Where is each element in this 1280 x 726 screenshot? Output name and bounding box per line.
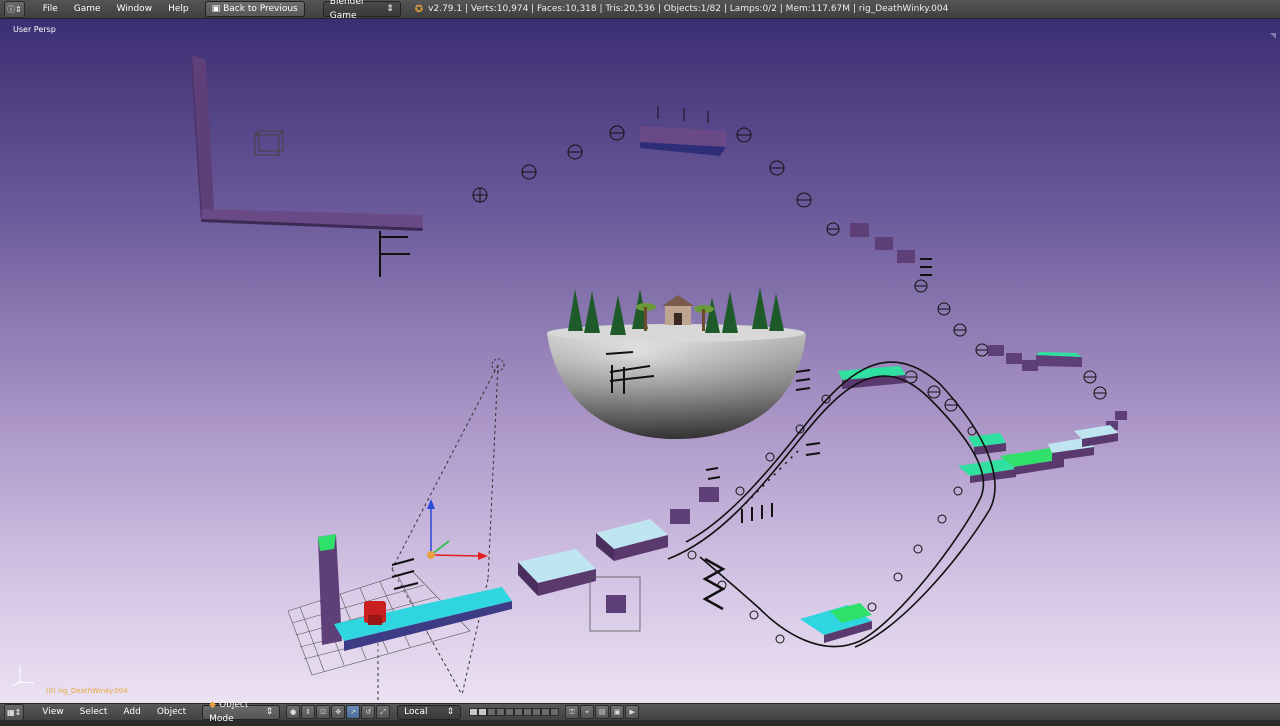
3d-view-header: ▦ ⇕ View Select Add Object ◆ Object Mode ⇕… [0,700,1280,724]
menu-object[interactable]: Object [149,704,194,721]
viewport-shading-tools: ● ⇕ ⊡ ✥ ↗ ↺ ⤢ [286,705,391,719]
layer-button[interactable] [550,708,560,716]
menu-game[interactable]: Game [66,0,109,19]
transform-orientation-label: Local [404,707,428,717]
view-menu: View Select Add Object [34,704,194,721]
editor-type-button[interactable]: ⓘ ⇕ [4,0,25,18]
3d-view-icon: ▦ [7,707,15,717]
blender-logo-icon: ✪ [414,3,424,15]
layer-button[interactable] [541,708,551,716]
floating-island[interactable] [547,287,806,439]
scene-stats-text: v2.79.1 | Verts:10,974 | Faces:10,318 | … [428,4,949,14]
chevron-up-down-icon: ⇕ [14,707,22,717]
speaker-empty[interactable] [379,231,410,277]
menu-add[interactable]: Add [115,704,148,721]
snap-element-icon[interactable]: ▤ [595,705,610,719]
menu-file[interactable]: File [35,0,66,19]
back-to-previous-button[interactable]: ▣ Back to Previous [204,1,305,17]
rotate-manipulator-icon[interactable]: ↺ [361,705,376,719]
layer-buttons [469,708,560,716]
floating-top-platform[interactable] [640,106,726,156]
chevron-up-down-icon: ⇕ [386,4,394,14]
render-engine-select[interactable]: Blender Game ⇕ [322,0,401,21]
chevron-up-down-icon: ⇕ [15,4,22,14]
editor-type-button[interactable]: ▦ ⇕ [4,703,25,721]
snap-icon[interactable]: ⌖ [580,705,595,719]
menu-view[interactable]: View [34,704,71,721]
scale-manipulator-icon[interactable]: ⤢ [376,705,391,719]
temple-building [662,295,694,325]
scene-drawing[interactable] [0,19,1280,703]
lock-layers-icon[interactable]: ⚿ [565,705,580,719]
menu-window[interactable]: Window [109,0,161,19]
l-wall-mesh[interactable] [191,55,423,231]
chevron-up-down-icon: ⇕ [446,707,455,717]
scene-stats: ✪ v2.79.1 | Verts:10,974 | Faces:10,318 … [415,4,949,15]
chevron-up-down-icon: ⇕ [265,707,274,717]
shading-icon[interactable]: ● [286,705,301,719]
info-icon: ⓘ [7,4,15,14]
active-object-label: (0) rig_DeathWinky.004 [46,687,128,695]
pivot-point-icon[interactable]: ⊡ [316,705,331,719]
interaction-mode-select[interactable]: ◆ Object Mode ⇕ [202,700,281,724]
snap-render-tools: ⚿ ⌖ ▤ ▣ ▶ [565,705,640,719]
layer-button[interactable] [478,708,488,716]
manipulator-toggle-icon[interactable]: ✥ [331,705,346,719]
shading-dropdown-icon[interactable]: ⇕ [301,705,316,719]
layer-button[interactable] [487,708,497,716]
stepping-cubes-right[interactable] [850,223,1127,430]
render-animation-icon[interactable]: ▶ [625,705,640,719]
layer-button[interactable] [523,708,533,716]
translate-manipulator-icon[interactable]: ↗ [346,705,361,719]
back-to-previous-label: Back to Previous [223,4,298,14]
render-preview-icon[interactable]: ▣ [610,705,625,719]
player-character[interactable] [364,601,386,625]
layer-button[interactable] [496,708,506,716]
info-header: ⓘ ⇕ File Game Window Help ▣ Back to Previ… [0,0,1280,21]
menu-help[interactable]: Help [160,0,197,19]
layer-button[interactable] [505,708,515,716]
transform-gizmo[interactable] [427,499,488,560]
menu-select[interactable]: Select [72,704,116,721]
layer-button[interactable] [514,708,524,716]
axis-indicator [11,666,35,687]
back-icon: ▣ [211,4,221,14]
layer-button[interactable] [469,708,479,716]
layer-button[interactable] [532,708,542,716]
3d-viewport[interactable]: User Persp (0) rig_DeathWinky.004 [0,19,1280,703]
empty-cube-wire[interactable] [254,130,284,156]
object-mode-icon: ◆ [209,700,217,710]
transform-orientation-select[interactable]: Local ⇕ [397,704,462,720]
main-menu: File Game Window Help [35,0,197,19]
